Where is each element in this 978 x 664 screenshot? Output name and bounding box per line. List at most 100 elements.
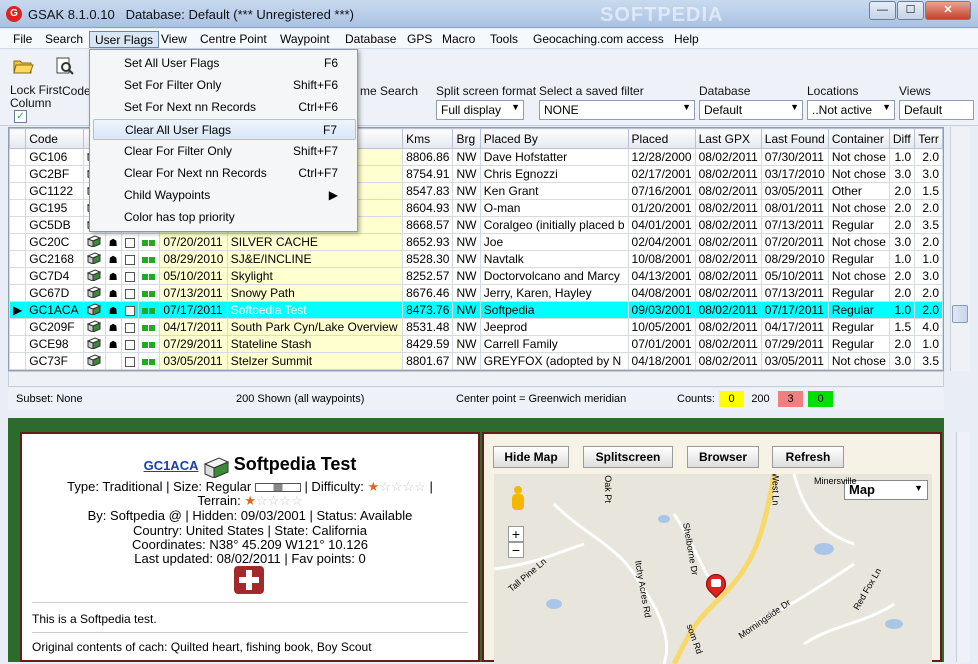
row-indicator[interactable]	[9, 318, 27, 336]
cell-placed[interactable]: 07/01/2001	[627, 335, 696, 353]
cell-placed[interactable]: 07/16/2001	[627, 182, 696, 200]
table-row[interactable]: ▶ GC1ACA ☗ 07/17/2011 Softpedia Test 8473.76 N…	[9, 301, 943, 319]
col-last-gpx[interactable]: Last GPX	[694, 128, 762, 149]
cell-container[interactable]: Regular	[827, 284, 890, 302]
cell-terr[interactable]: 1.5	[914, 182, 943, 200]
cell-lock[interactable]: ☗	[104, 233, 122, 251]
menu-item-clear-all-user-flags[interactable]: Clear All User Flags F7	[93, 119, 356, 140]
cache-code-link[interactable]: GC1ACA	[144, 458, 199, 473]
col-diff[interactable]: Diff	[888, 128, 916, 149]
cell-code[interactable]: GC209F	[25, 318, 85, 336]
cell-last-found[interactable]: 05/10/2011	[760, 267, 829, 285]
cell-kms[interactable]: 8252.57	[402, 267, 454, 285]
cell-code[interactable]: GC2BF	[25, 165, 85, 183]
cell-brg[interactable]: NW	[452, 182, 481, 200]
minimize-button[interactable]: —	[869, 1, 896, 20]
cell-last-gpx[interactable]: 08/02/2011	[694, 284, 762, 302]
cell-placed-by[interactable]: O-man	[479, 199, 629, 217]
cell-placed[interactable]: 01/20/2001	[627, 199, 696, 217]
cell-container[interactable]: Regular	[827, 216, 890, 234]
cell-hidden[interactable]: 03/05/2011	[159, 352, 228, 370]
cell-user-flag[interactable]	[120, 352, 140, 370]
cell-terr[interactable]: 2.0	[914, 284, 943, 302]
cell-kms[interactable]: 8806.86	[402, 148, 454, 166]
cell-lock[interactable]: ☗	[104, 301, 122, 319]
cell-name[interactable]: Snowy Path	[226, 284, 404, 302]
cell-found-icon[interactable]	[83, 352, 106, 370]
cell-status[interactable]	[138, 301, 161, 319]
splitscreen-button[interactable]: Splitscreen	[583, 446, 673, 468]
cell-terr[interactable]: 2.0	[914, 301, 943, 319]
cell-brg[interactable]: NW	[452, 301, 481, 319]
menu-gps[interactable]: GPS	[402, 31, 437, 48]
user-flag-checkbox[interactable]	[124, 254, 135, 265]
saved-filter-select[interactable]: NONE ▼	[539, 100, 695, 120]
cell-code[interactable]: GCE98	[25, 335, 85, 353]
cell-found-icon[interactable]	[83, 335, 106, 353]
cell-container[interactable]: Regular	[827, 335, 890, 353]
cell-last-gpx[interactable]: 08/02/2011	[694, 216, 762, 234]
cell-last-found[interactable]: 07/20/2011	[760, 233, 829, 251]
row-indicator[interactable]	[9, 199, 27, 217]
cell-user-flag[interactable]	[120, 284, 140, 302]
zoom-out-button[interactable]: −	[508, 542, 524, 558]
cell-kms[interactable]: 8547.83	[402, 182, 454, 200]
cell-status[interactable]	[138, 250, 161, 268]
cell-placed-by[interactable]: Jeeprod	[479, 318, 629, 336]
cell-terr[interactable]: 2.0	[914, 148, 943, 166]
cell-brg[interactable]: NW	[452, 352, 481, 370]
col-kms[interactable]: Kms	[402, 128, 454, 149]
cell-last-found[interactable]: 08/29/2010	[760, 250, 829, 268]
row-indicator[interactable]	[9, 165, 27, 183]
row-indicator[interactable]	[9, 284, 27, 302]
cell-code[interactable]: GC106	[25, 148, 85, 166]
cell-diff[interactable]: 2.0	[888, 335, 916, 353]
cell-container[interactable]: Other	[827, 182, 890, 200]
cell-last-gpx[interactable]: 08/02/2011	[694, 199, 762, 217]
menu-search[interactable]: Search	[40, 31, 88, 48]
cell-container[interactable]: Not chose	[827, 267, 890, 285]
cell-last-gpx[interactable]: 08/02/2011	[694, 267, 762, 285]
cell-name[interactable]: Skylight	[226, 267, 404, 285]
cell-lock[interactable]: ☗	[104, 250, 122, 268]
cell-status[interactable]	[138, 335, 161, 353]
cell-placed[interactable]: 04/08/2001	[627, 284, 696, 302]
table-row[interactable]: GC20C ☗ 07/20/2011 SILVER CACHE 8652.93 NW Joe…	[9, 233, 943, 251]
cell-brg[interactable]: NW	[452, 250, 481, 268]
cell-kms[interactable]: 8604.93	[402, 199, 454, 217]
split-screen-select[interactable]: Full display ▼	[436, 100, 524, 120]
user-flag-checkbox[interactable]	[124, 237, 135, 248]
cell-kms[interactable]: 8429.59	[402, 335, 454, 353]
cell-placed-by[interactable]: Chris Egnozzi	[479, 165, 629, 183]
cell-container[interactable]: Regular	[827, 301, 890, 319]
menu-waypoint[interactable]: Waypoint	[275, 31, 335, 48]
user-flag-checkbox[interactable]	[124, 305, 135, 316]
cell-kms[interactable]: 8676.46	[402, 284, 454, 302]
cell-diff[interactable]: 1.0	[888, 301, 916, 319]
grid-horizontal-scrollbar[interactable]	[8, 371, 944, 387]
map-type-select[interactable]: Map ▼	[844, 480, 928, 500]
cell-terr[interactable]: 3.5	[914, 352, 943, 370]
scrollbar-thumb[interactable]	[952, 305, 968, 323]
cell-last-gpx[interactable]: 08/02/2011	[694, 352, 762, 370]
cell-last-found[interactable]: 03/05/2011	[760, 352, 829, 370]
cell-kms[interactable]: 8531.48	[402, 318, 454, 336]
row-indicator[interactable]: ▶	[9, 301, 27, 319]
cell-container[interactable]: Not chose	[827, 199, 890, 217]
cell-code[interactable]: GC1ACA	[25, 301, 85, 319]
cell-brg[interactable]: NW	[452, 284, 481, 302]
cell-brg[interactable]: NW	[452, 216, 481, 234]
row-indicator[interactable]	[9, 148, 27, 166]
col-placed-by[interactable]: Placed By	[479, 128, 629, 149]
cell-code[interactable]: GC5DB	[25, 216, 85, 234]
cell-user-flag[interactable]	[120, 335, 140, 353]
cell-code[interactable]: GC2168	[25, 250, 85, 268]
user-flag-checkbox[interactable]	[124, 339, 135, 350]
cell-brg[interactable]: NW	[452, 148, 481, 166]
cell-status[interactable]	[138, 284, 161, 302]
row-indicator[interactable]	[9, 335, 27, 353]
street-view-pegman-icon[interactable]	[510, 486, 524, 514]
col-container[interactable]: Container	[827, 128, 890, 149]
menu-item-clear-for-next-nn-records[interactable]: Clear For Next nn Records Ctrl+F7	[93, 163, 356, 184]
cell-last-found[interactable]: 07/30/2011	[760, 148, 829, 166]
